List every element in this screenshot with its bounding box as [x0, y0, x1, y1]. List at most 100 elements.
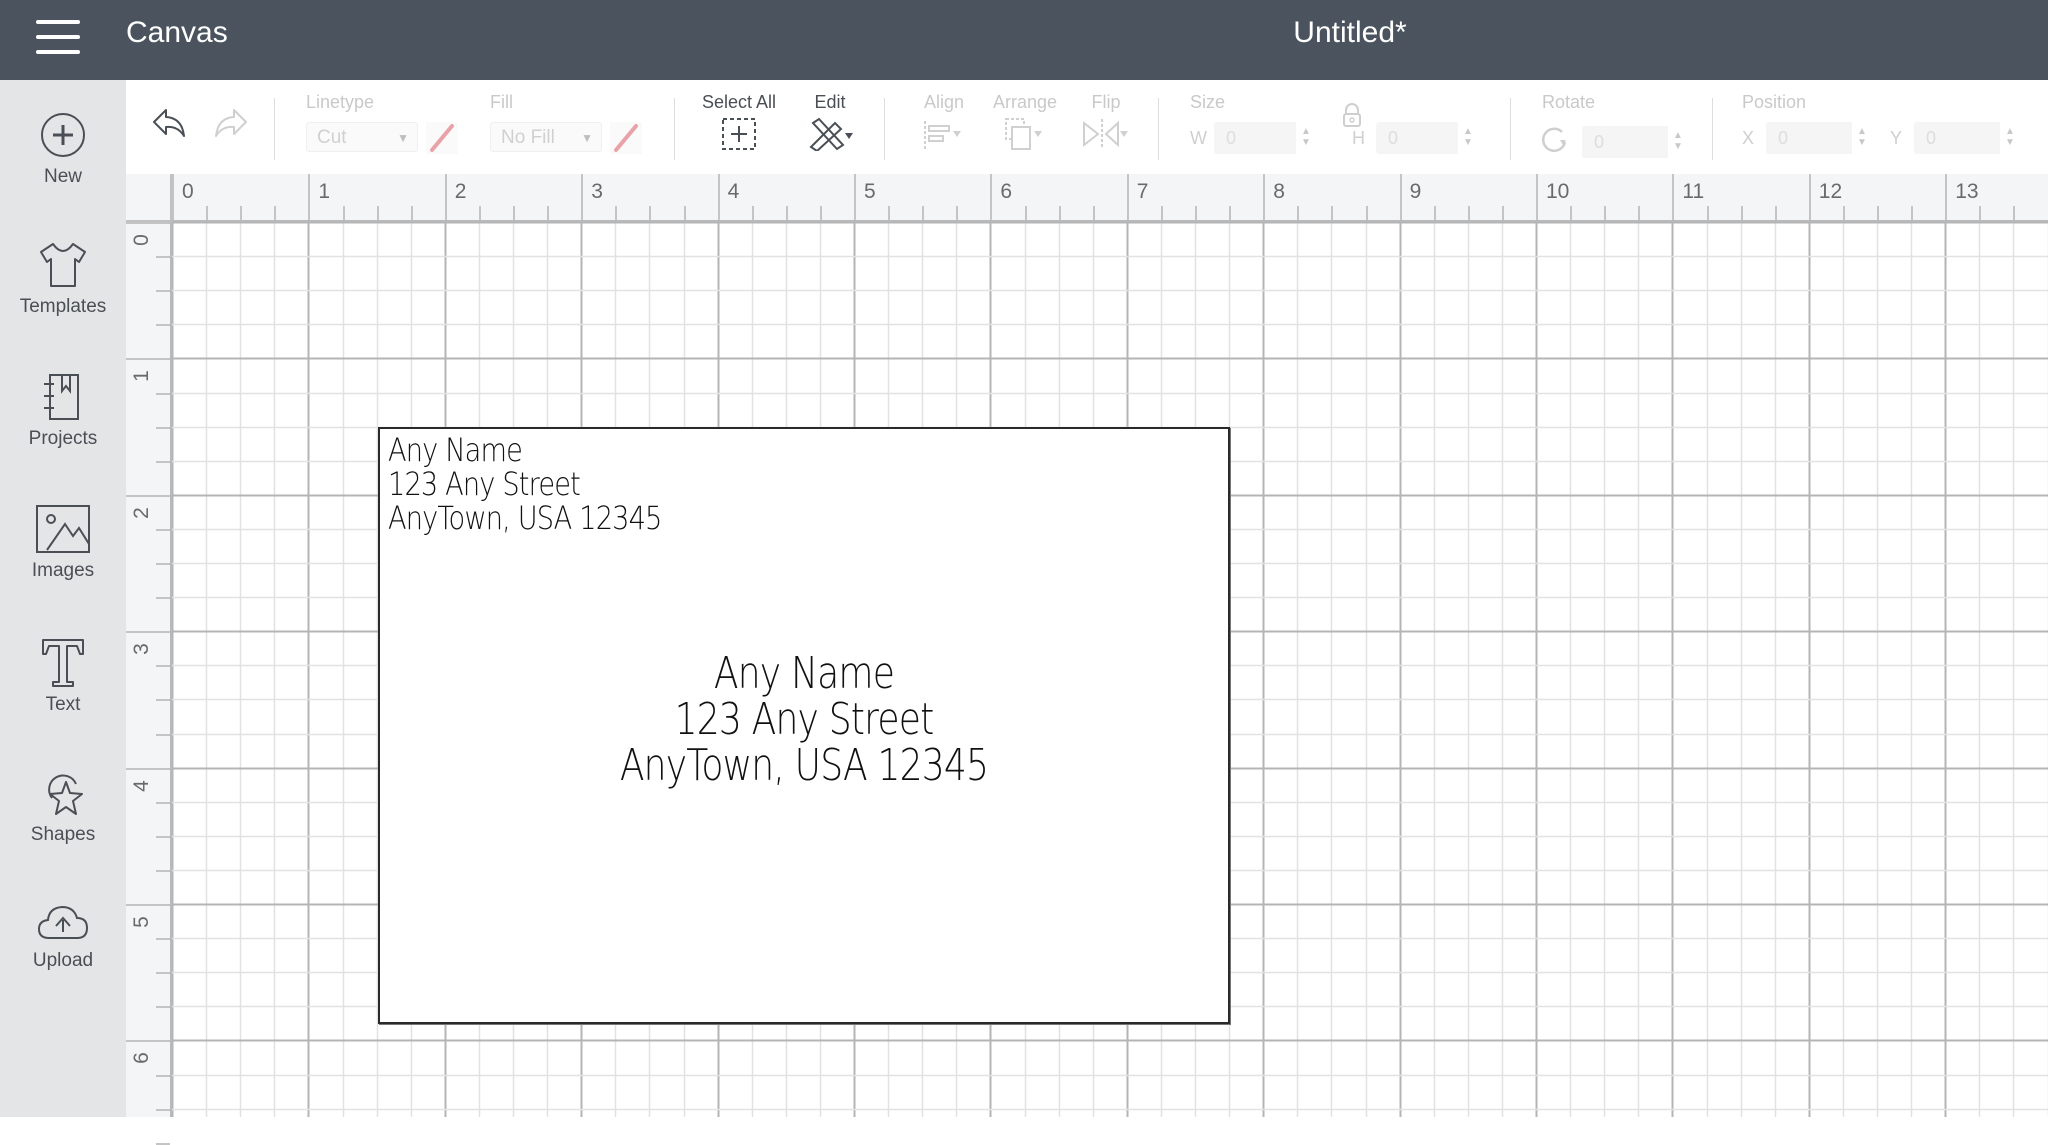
flip-label: Flip	[1078, 92, 1134, 113]
width-stepper[interactable]: ▲▼	[1296, 122, 1316, 154]
ruler-minor-tick	[156, 290, 170, 292]
ruler-minor-tick	[156, 699, 170, 701]
ruler-major-tick	[1263, 174, 1265, 220]
ruler-minor-tick	[156, 1109, 170, 1111]
ruler-label: 5	[864, 180, 876, 204]
return-address-line: Any Name	[388, 433, 662, 467]
toolbar: Linetype Cut▼ Fill No Fill▼ Select All E…	[126, 80, 2048, 175]
sidebar-item-label: Upload	[0, 950, 126, 972]
fill-color-swatch[interactable]	[610, 122, 642, 154]
ruler-major-tick	[581, 174, 583, 220]
ruler-minor-tick	[1707, 206, 1709, 220]
rotate-input[interactable]: 0 ▲▼	[1582, 126, 1688, 158]
recipient-address-line: AnyTown, USA 12345	[456, 743, 1151, 789]
ruler-major-tick	[1672, 174, 1674, 220]
width-value: 0	[1226, 128, 1236, 148]
select-all-icon	[721, 117, 757, 151]
ruler-label: 3	[591, 180, 603, 204]
width-input[interactable]: 0 ▲▼	[1214, 122, 1316, 154]
ruler-minor-tick	[156, 972, 170, 974]
linetype-value: Cut	[317, 127, 347, 148]
ruler-minor-tick	[888, 206, 890, 220]
return-address-text[interactable]: Any Name 123 Any Street AnyTown, USA 123…	[388, 433, 662, 535]
sidebar-item-templates[interactable]: Templates	[0, 240, 126, 360]
ruler-minor-tick	[1331, 206, 1333, 220]
ruler-label: 4	[130, 780, 154, 792]
ruler-minor-tick	[274, 206, 276, 220]
ruler-label: 1	[318, 180, 330, 204]
ruler-major-tick	[1809, 174, 1811, 220]
divider	[1510, 98, 1511, 160]
app-title: Canvas	[126, 16, 228, 50]
edit-button[interactable]: Edit	[802, 92, 858, 168]
horizontal-ruler: 012345678910111213	[126, 174, 2048, 222]
ruler-major-tick	[172, 174, 174, 220]
sidebar-item-projects[interactable]: Projects	[0, 372, 126, 492]
ruler-minor-tick	[411, 206, 413, 220]
position-label: Position	[1742, 92, 1806, 113]
sidebar-item-upload[interactable]: Upload	[0, 900, 126, 1020]
ruler-minor-tick	[479, 206, 481, 220]
ruler-minor-tick	[684, 206, 686, 220]
ruler-label: 2	[130, 507, 154, 519]
ruler-minor-tick	[1229, 206, 1231, 220]
envelope-shape[interactable]: Any Name 123 Any Street AnyTown, USA 123…	[378, 427, 1230, 1024]
y-position-stepper[interactable]: ▲▼	[2000, 122, 2020, 154]
ruler-major-tick	[1400, 174, 1402, 220]
y-position-input[interactable]: 0▲▼	[1914, 122, 2020, 154]
pencil-ruler-icon	[805, 117, 855, 151]
cloud-upload-icon	[0, 900, 126, 944]
ruler-minor-tick	[1911, 206, 1913, 220]
ruler-minor-tick	[1502, 206, 1504, 220]
flip-button[interactable]: Flip	[1078, 92, 1134, 168]
x-label: X	[1742, 128, 1754, 149]
fill-dropdown[interactable]: No Fill▼	[490, 122, 602, 152]
ruler-minor-tick	[377, 206, 379, 220]
rotate-stepper[interactable]: ▲▼	[1668, 126, 1688, 158]
recipient-address-text[interactable]: Any Name 123 Any Street AnyTown, USA 123…	[380, 651, 1228, 789]
height-label: H	[1352, 128, 1365, 149]
ruler-minor-tick	[156, 1006, 170, 1008]
sidebar-item-label: Shapes	[0, 824, 126, 846]
linetype-dropdown[interactable]: Cut▼	[306, 122, 418, 152]
height-stepper[interactable]: ▲▼	[1458, 122, 1478, 154]
sidebar-item-label: Templates	[0, 296, 126, 318]
linetype-color-swatch[interactable]	[426, 122, 458, 154]
sidebar-item-shapes[interactable]: Shapes	[0, 768, 126, 888]
y-label: Y	[1890, 128, 1902, 149]
ruler-label: 7	[1137, 180, 1149, 204]
select-all-button[interactable]: Select All	[694, 92, 784, 168]
height-value: 0	[1388, 128, 1398, 148]
undo-icon[interactable]	[150, 106, 190, 147]
align-button[interactable]: Align	[916, 92, 972, 168]
ruler-minor-tick	[156, 563, 170, 565]
ruler-minor-tick	[1979, 206, 1981, 220]
ruler-major-tick	[126, 358, 170, 360]
hamburger-menu-icon[interactable]	[36, 20, 80, 54]
divider	[274, 98, 275, 160]
rotate-value: 0	[1594, 132, 1604, 152]
ruler-minor-tick	[615, 206, 617, 220]
ruler-label: 9	[1410, 180, 1422, 204]
redo-icon[interactable]	[210, 106, 250, 147]
arrange-button[interactable]: Arrange	[988, 92, 1062, 168]
ruler-label: 11	[1682, 180, 1704, 204]
ruler-minor-tick	[2013, 206, 2015, 220]
sidebar-item-new[interactable]: New	[0, 110, 126, 230]
x-position-input[interactable]: 0▲▼	[1766, 122, 1872, 154]
x-position-stepper[interactable]: ▲▼	[1852, 122, 1872, 154]
height-input[interactable]: 0 ▲▼	[1376, 122, 1478, 154]
design-canvas[interactable]: Any Name 123 Any Street AnyTown, USA 123…	[172, 222, 2048, 1117]
document-title[interactable]: Untitled*	[1293, 16, 1406, 49]
ruler-minor-tick	[1775, 206, 1777, 220]
ruler-major-tick	[1945, 174, 1947, 220]
sidebar-item-images[interactable]: Images	[0, 504, 126, 624]
ruler-minor-tick	[1025, 206, 1027, 220]
ruler-minor-tick	[547, 206, 549, 220]
sidebar-item-text[interactable]: Text	[0, 636, 126, 756]
ruler-label: 4	[728, 180, 740, 204]
ruler-major-tick	[308, 174, 310, 220]
tshirt-icon	[0, 240, 126, 290]
ruler-minor-tick	[156, 1143, 170, 1145]
ruler-label: 0	[130, 234, 154, 246]
